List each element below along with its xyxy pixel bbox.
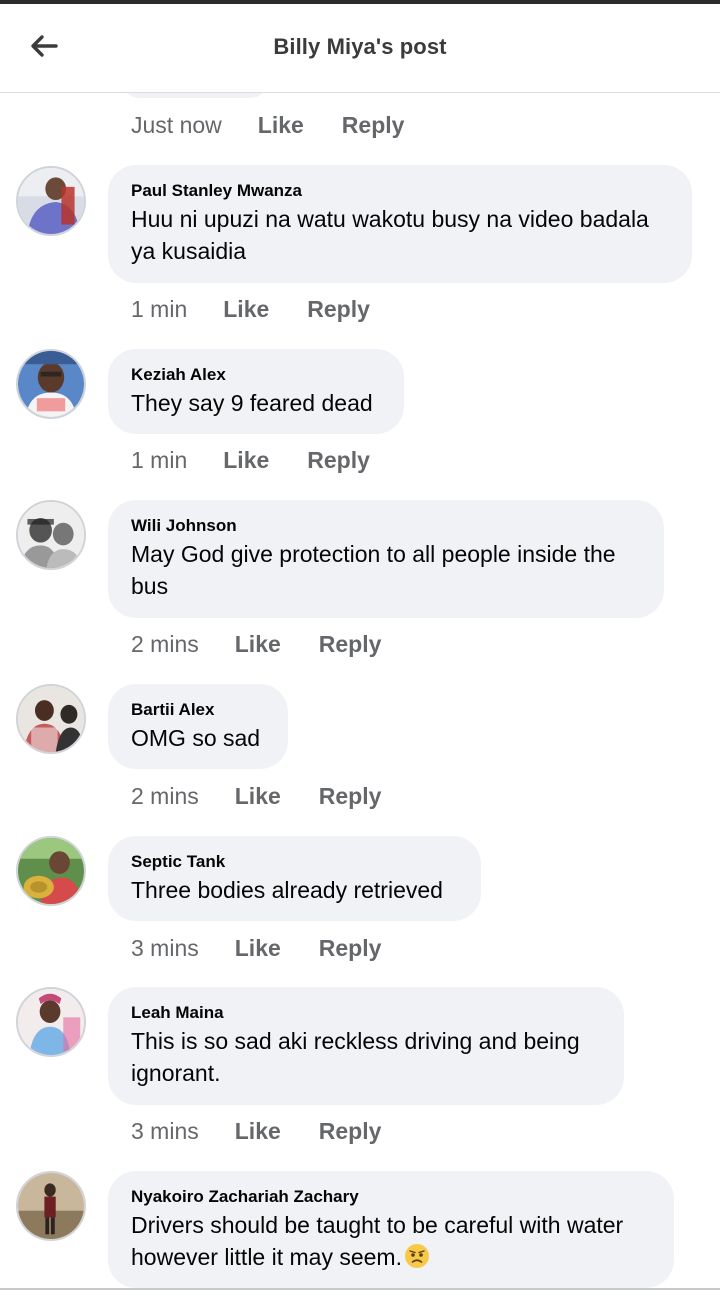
- comment-text: They say 9 feared dead: [131, 390, 373, 416]
- reply-button[interactable]: Reply: [319, 783, 382, 810]
- comment-text: This is so sad aki reckless driving and …: [131, 1028, 580, 1086]
- avatar[interactable]: [16, 987, 86, 1057]
- comment-meta-row: Just now Like Reply: [131, 112, 404, 139]
- avatar[interactable]: [16, 166, 86, 236]
- comment-time: Just now: [131, 112, 222, 138]
- avatar[interactable]: [16, 1171, 86, 1241]
- comment-time: 2 mins: [131, 783, 199, 809]
- comment-bubble: Septic Tank Three bodies already retriev…: [108, 836, 481, 921]
- comment-bubble: Keziah Alex They say 9 feared dead: [108, 349, 404, 434]
- comment-author[interactable]: Leah Maina: [131, 1001, 600, 1025]
- comment-bubble: Wili Johnson May God give protection to …: [108, 500, 664, 618]
- page-title: Billy Miya's post: [273, 34, 447, 59]
- comment-bubble: Nyakoiro Zachariah Zachary Drivers shoul…: [108, 1171, 674, 1288]
- like-button[interactable]: Like: [235, 783, 281, 810]
- comment-time: 2 mins: [131, 631, 199, 657]
- comment-author[interactable]: Keziah Alex: [131, 363, 380, 387]
- comments-feed: Just now Like Reply Paul Stanley Mwanza …: [0, 0, 720, 1300]
- comment-time: 1 min: [131, 447, 188, 473]
- like-button[interactable]: Like: [235, 1118, 281, 1145]
- comment-author[interactable]: Paul Stanley Mwanza: [131, 179, 668, 203]
- reply-button[interactable]: Reply: [319, 1118, 382, 1145]
- comment-meta-row: 3 mins Like Reply: [131, 1118, 381, 1145]
- post-header: Billy Miya's post: [0, 4, 720, 93]
- comment-bubble: Bartii Alex OMG so sad: [108, 684, 288, 769]
- comment-meta-row: 1 min Like Reply: [131, 296, 370, 323]
- comment-meta-row: 3 mins Like Reply: [131, 935, 381, 962]
- comment-text: OMG so sad: [131, 725, 261, 751]
- avatar[interactable]: [16, 500, 86, 570]
- comment-meta-row: 1 min Like Reply: [131, 447, 370, 474]
- like-button[interactable]: Like: [235, 631, 281, 658]
- comment-meta-row: 2 mins Like Reply: [131, 783, 381, 810]
- comment-time: 1 min: [131, 296, 188, 322]
- comment-bubble: Leah Maina This is so sad aki reckless d…: [108, 987, 624, 1105]
- comment-text: Drivers should be taught to be careful w…: [131, 1209, 650, 1273]
- comment-author[interactable]: Nyakoiro Zachariah Zachary: [131, 1185, 650, 1209]
- reply-button[interactable]: Reply: [319, 935, 382, 962]
- comment-text: May God give protection to all people in…: [131, 541, 616, 599]
- comment-bubble: Paul Stanley Mwanza Huu ni upuzi na watu…: [108, 165, 692, 283]
- reply-button[interactable]: Reply: [342, 112, 405, 139]
- like-button[interactable]: Like: [258, 112, 304, 139]
- comment-time: 3 mins: [131, 935, 199, 961]
- reply-button[interactable]: Reply: [307, 296, 370, 323]
- avatar[interactable]: [16, 836, 86, 906]
- comment-text: Three bodies already retrieved: [131, 877, 443, 903]
- reply-button[interactable]: Reply: [319, 631, 382, 658]
- avatar[interactable]: [16, 349, 86, 419]
- bottom-divider: [0, 1288, 720, 1290]
- reply-button[interactable]: Reply: [307, 447, 370, 474]
- comment-author[interactable]: Wili Johnson: [131, 514, 640, 538]
- like-button[interactable]: Like: [235, 935, 281, 962]
- comment-text-content: Drivers should be taught to be careful w…: [131, 1212, 624, 1270]
- comment-time: 3 mins: [131, 1118, 199, 1144]
- comment-meta-row: 2 mins Like Reply: [131, 631, 381, 658]
- avatar[interactable]: [16, 684, 86, 754]
- comment-text: Huu ni upuzi na watu wakotu busy na vide…: [131, 206, 649, 264]
- comment-author[interactable]: Bartii Alex: [131, 698, 264, 722]
- comment-author[interactable]: Septic Tank: [131, 850, 457, 874]
- like-button[interactable]: Like: [223, 447, 269, 474]
- worried-face-emoji: [404, 1244, 429, 1268]
- like-button[interactable]: Like: [223, 296, 269, 323]
